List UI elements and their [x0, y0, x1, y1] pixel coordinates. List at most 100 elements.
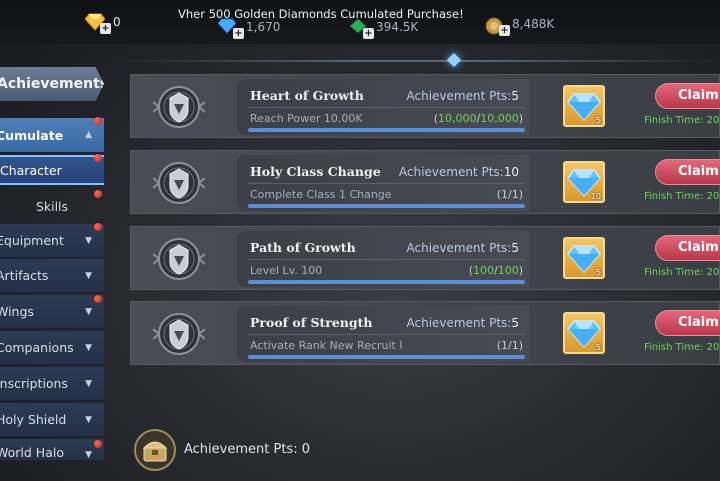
- gold-coin-count: 8,488K: [512, 17, 555, 31]
- gold-coin-resource[interactable]: + 8,488K: [484, 11, 554, 37]
- chevron-down-icon: ▼: [85, 306, 92, 317]
- achievement-row: Proof of Strength Achievement Pts:5 Acti…: [130, 301, 720, 365]
- chevron-down-icon: ▼: [85, 414, 92, 425]
- notification-dot: [94, 440, 102, 448]
- claim-button[interactable]: Claim: [655, 83, 720, 109]
- sidebar-item-cumulate[interactable]: Cumulate ▲: [0, 118, 104, 152]
- gold-coin-bag-icon: +: [484, 15, 510, 36]
- sidebar-item-label: Equipment: [0, 233, 64, 248]
- achievement-medal-icon: [152, 158, 206, 208]
- achievements-title: Achievements: [0, 76, 104, 92]
- achievement-medal-icon: [152, 82, 206, 132]
- notification-dot: [94, 295, 102, 303]
- achievement-name: Heart of Growth: [250, 88, 364, 103]
- achievement-medal-icon: [152, 309, 206, 359]
- blue-diamond-count: 1,670: [246, 20, 281, 34]
- sidebar-item-label: Inscriptions: [0, 376, 68, 391]
- claim-button[interactable]: Claim: [655, 310, 720, 336]
- reward-count: 5: [595, 116, 601, 125]
- chevron-down-icon: ▼: [85, 378, 92, 389]
- sidebar-item-label: Holy Shield: [0, 412, 67, 427]
- notification-dot: [94, 223, 102, 231]
- achievement-points: Achievement Pts:5: [406, 241, 519, 255]
- add-icon[interactable]: +: [499, 25, 510, 36]
- sidebar-item-equipment[interactable]: Equipment ▼: [0, 224, 104, 258]
- chevron-down-icon: ▼: [85, 235, 92, 246]
- achievement-row: Path of Growth Achievement Pts:5 Level L…: [130, 226, 720, 290]
- divider: [248, 334, 525, 335]
- sidebar-item-artifacts[interactable]: Artifacts ▼: [0, 259, 104, 293]
- sidebar-item-label: Character: [0, 162, 62, 178]
- finish-time: Finish Time: 2022: [644, 267, 720, 278]
- reward-item[interactable]: 5: [563, 312, 605, 354]
- progress-bar: [248, 128, 525, 132]
- sidebar-item-wings[interactable]: Wings ▼: [0, 295, 104, 329]
- chevron-down-icon: ▼: [85, 342, 92, 353]
- sidebar-item-label: World Halo: [0, 445, 64, 460]
- reward-count: 10: [590, 192, 601, 201]
- sidebar-item-label: Companions: [0, 340, 74, 355]
- green-gem-count: 394.5K: [376, 20, 419, 34]
- sidebar-item-inscriptions[interactable]: Inscriptions ▼: [0, 367, 104, 401]
- achievement-progress: (1/1): [496, 339, 523, 352]
- sidebar-item-world-halo[interactable]: World Halo ▼: [0, 439, 104, 461]
- sidebar-item-label: Cumulate: [0, 127, 64, 143]
- achievement-row: Holy Class Change Achievement Pts:10 Com…: [130, 150, 720, 214]
- achievement-progress: (100/100): [468, 264, 523, 277]
- golden-diamond-count: 0: [113, 15, 121, 29]
- achievement-name: Proof of Strength: [250, 315, 373, 330]
- blue-diamond-resource[interactable]: + 1,670: [217, 14, 281, 40]
- chevron-down-icon: ▼: [85, 450, 92, 460]
- add-icon[interactable]: +: [233, 28, 244, 39]
- green-gem-icon: +: [348, 18, 374, 39]
- achievement-name: Path of Growth: [250, 240, 356, 255]
- chevron-down-icon: ▼: [85, 270, 92, 281]
- treasure-chest-icon[interactable]: [133, 428, 177, 472]
- resource-bar: + 0 Vher 500 Golden Diamonds Cumulated P…: [0, 0, 720, 44]
- progress-bar: [248, 280, 525, 284]
- claim-button[interactable]: Claim: [655, 235, 720, 261]
- finish-time: Finish Time: 2022: [644, 342, 720, 353]
- finish-time: Finish Time: 2022: [644, 115, 720, 126]
- sidebar-item-label: Wings: [0, 304, 34, 319]
- chevron-up-icon: ▲: [85, 130, 92, 140]
- reward-count: 5: [595, 268, 601, 277]
- sidebar-item-holy-shield[interactable]: Holy Shield ▼: [0, 403, 104, 437]
- add-icon[interactable]: +: [100, 23, 111, 34]
- reward-item[interactable]: 5: [563, 85, 605, 127]
- sidebar-item-skills[interactable]: Skills: [0, 189, 104, 223]
- divider: [248, 107, 525, 108]
- notification-dot: [94, 154, 102, 162]
- reward-item[interactable]: 10: [563, 161, 605, 203]
- golden-diamond-resource[interactable]: + 0: [84, 9, 121, 35]
- green-gem-resource[interactable]: + 394.5K: [348, 14, 418, 40]
- notification-dot: [94, 190, 102, 198]
- divider: [248, 259, 525, 260]
- achievements-title-tab: Achievements: [0, 67, 104, 101]
- total-achievement-points: Achievement Pts: 0: [184, 442, 310, 457]
- achievement-row: Heart of Growth Achievement Pts:5 Reach …: [130, 74, 720, 138]
- sidebar-item-label: Skills: [35, 198, 69, 214]
- achievement-description: Complete Class 1 Change: [250, 188, 392, 201]
- achievement-description: Activate Rank New Recruit I: [250, 339, 403, 352]
- claim-button[interactable]: Claim: [655, 159, 720, 185]
- achievement-points: Achievement Pts:5: [406, 89, 519, 103]
- header-divider: [120, 60, 720, 62]
- sidebar-item-character[interactable]: Character: [0, 155, 104, 185]
- blue-diamond-icon: +: [217, 18, 244, 39]
- achievement-progress: (10,000/10,000): [433, 112, 523, 125]
- achievement-points: Achievement Pts:5: [406, 316, 519, 330]
- divider: [248, 183, 525, 184]
- add-icon[interactable]: +: [363, 28, 374, 39]
- finish-time: Finish Time: 2022: [644, 191, 720, 202]
- achievement-description: Level Lv. 100: [250, 264, 323, 277]
- sidebar-item-companions[interactable]: Companions ▼: [0, 331, 104, 365]
- achievement-medal-icon: [152, 234, 206, 284]
- progress-bar: [248, 355, 525, 359]
- achievement-name: Holy Class Change: [250, 164, 381, 179]
- achievement-points: Achievement Pts:10: [398, 165, 519, 179]
- sidebar-item-label: Artifacts: [0, 268, 49, 283]
- reward-item[interactable]: 5: [563, 237, 605, 279]
- achievement-progress: (1/1): [496, 188, 523, 201]
- achievement-description: Reach Power 10.00K: [250, 112, 363, 125]
